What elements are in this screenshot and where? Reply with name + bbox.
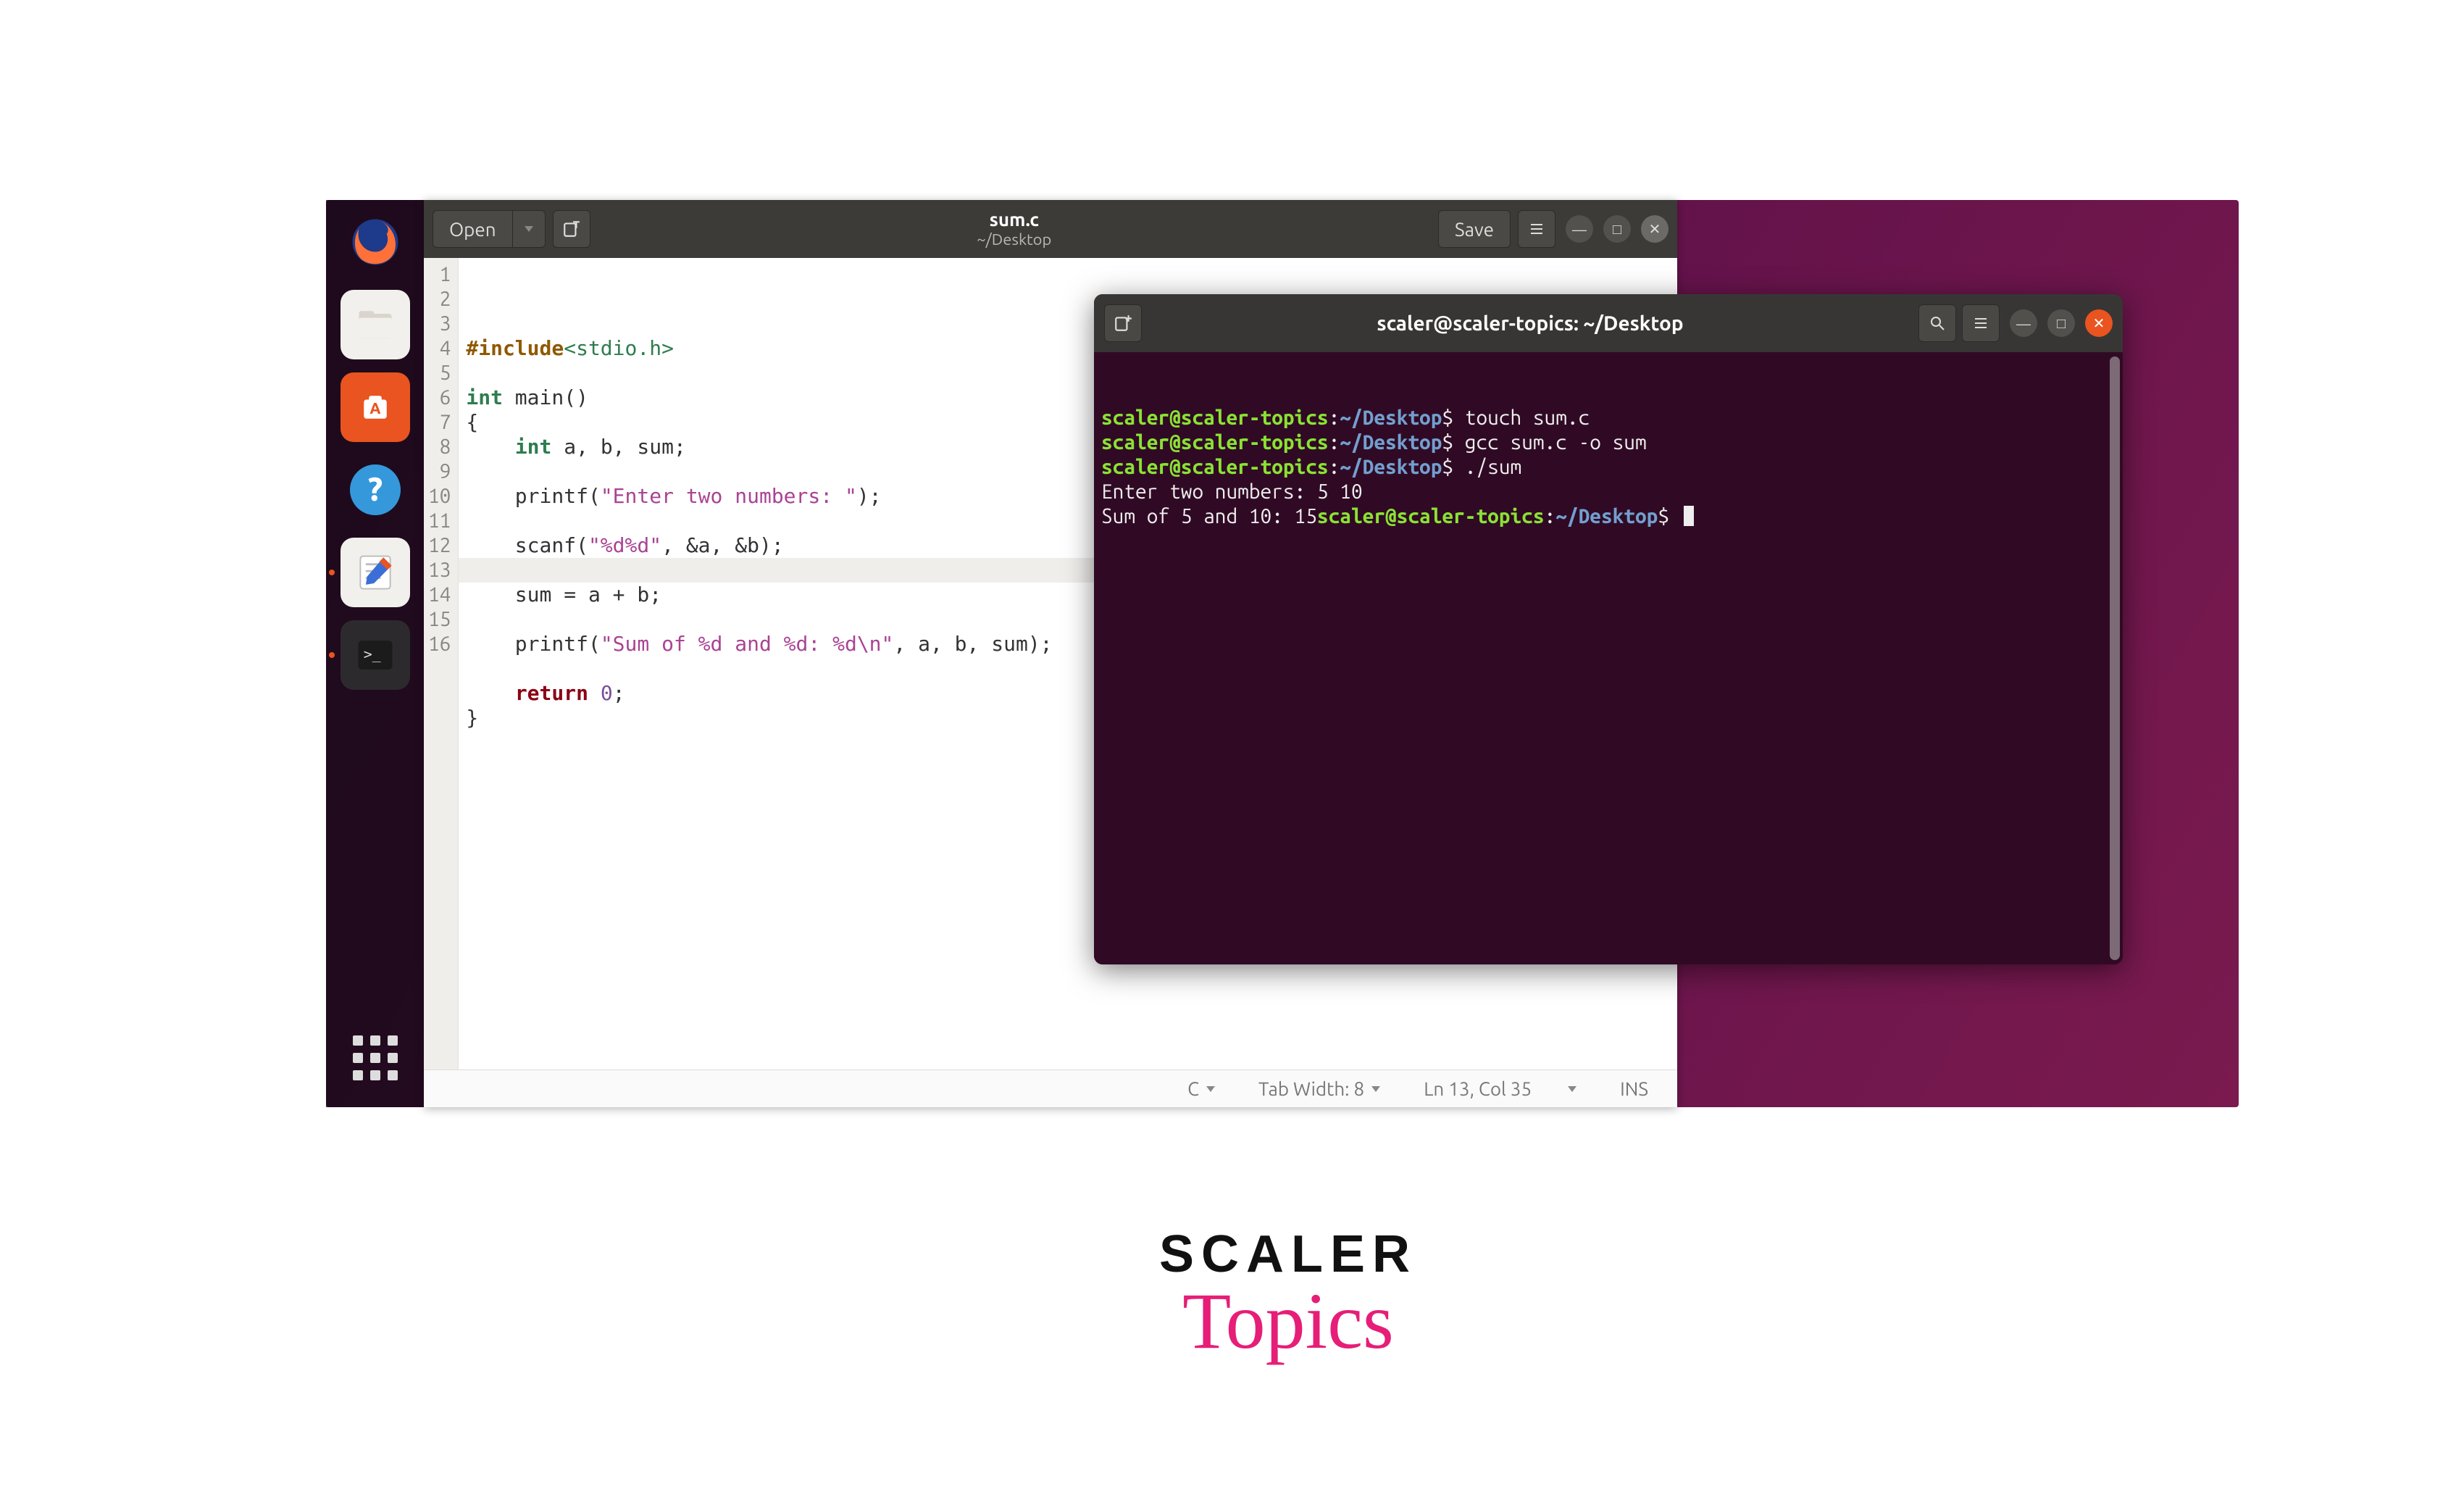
terminal-title: scaler@scaler-topics: ~/Desktop	[1142, 312, 1918, 335]
new-tab-button[interactable]	[553, 210, 590, 248]
gedit-window: Open sum.c ~/Desktop Save — □ ✕ 1 2 3 4 …	[424, 200, 1677, 1107]
status-cursor-position[interactable]: Ln 13, Col 35	[1424, 1078, 1576, 1099]
maximize-button[interactable]: □	[1603, 215, 1631, 243]
text-editor-icon[interactable]	[341, 538, 410, 607]
svg-text:>_: >_	[363, 646, 380, 662]
terminal-scrollbar[interactable]	[2110, 357, 2120, 960]
minimize-button[interactable]: —	[2010, 309, 2037, 337]
svg-text:?: ?	[367, 470, 382, 507]
maximize-button[interactable]: □	[2047, 309, 2075, 337]
hamburger-menu-button[interactable]	[1518, 210, 1555, 248]
software-center-icon[interactable]: A	[341, 372, 410, 442]
status-tab-width[interactable]: Tab Width: 8	[1258, 1078, 1380, 1099]
minimize-button[interactable]: —	[1566, 215, 1593, 243]
terminal-icon[interactable]: >_	[341, 620, 410, 690]
close-button[interactable]: ✕	[2085, 309, 2113, 337]
status-insert-mode: INS	[1620, 1078, 1648, 1099]
dock: A ? >_	[326, 200, 424, 1107]
save-button[interactable]: Save	[1438, 210, 1511, 248]
help-icon[interactable]: ?	[341, 455, 410, 525]
firefox-icon[interactable]	[341, 207, 410, 277]
close-button[interactable]: ✕	[1641, 215, 1669, 243]
gedit-titlebar: Open sum.c ~/Desktop Save — □ ✕	[424, 200, 1677, 258]
desktop: A ? >_ Open sum.c ~/Desktop	[326, 200, 2239, 1107]
line-number-gutter: 1 2 3 4 5 6 7 8 9 10 11 12 13 14 15 16	[424, 258, 459, 1070]
files-icon[interactable]	[341, 290, 410, 359]
svg-text:A: A	[369, 399, 380, 417]
status-language[interactable]: C	[1187, 1078, 1215, 1099]
search-button[interactable]	[1918, 304, 1956, 342]
scaler-topics-logo: SCALER Topics	[1159, 1225, 1417, 1367]
gedit-statusbar: C Tab Width: 8 Ln 13, Col 35 INS	[424, 1070, 1677, 1107]
apps-grid-icon[interactable]	[341, 1023, 410, 1093]
hamburger-menu-button[interactable]	[1962, 304, 2000, 342]
open-recent-dropdown[interactable]	[512, 210, 546, 248]
open-button[interactable]: Open	[433, 210, 513, 248]
gedit-title: sum.c ~/Desktop	[590, 208, 1438, 250]
